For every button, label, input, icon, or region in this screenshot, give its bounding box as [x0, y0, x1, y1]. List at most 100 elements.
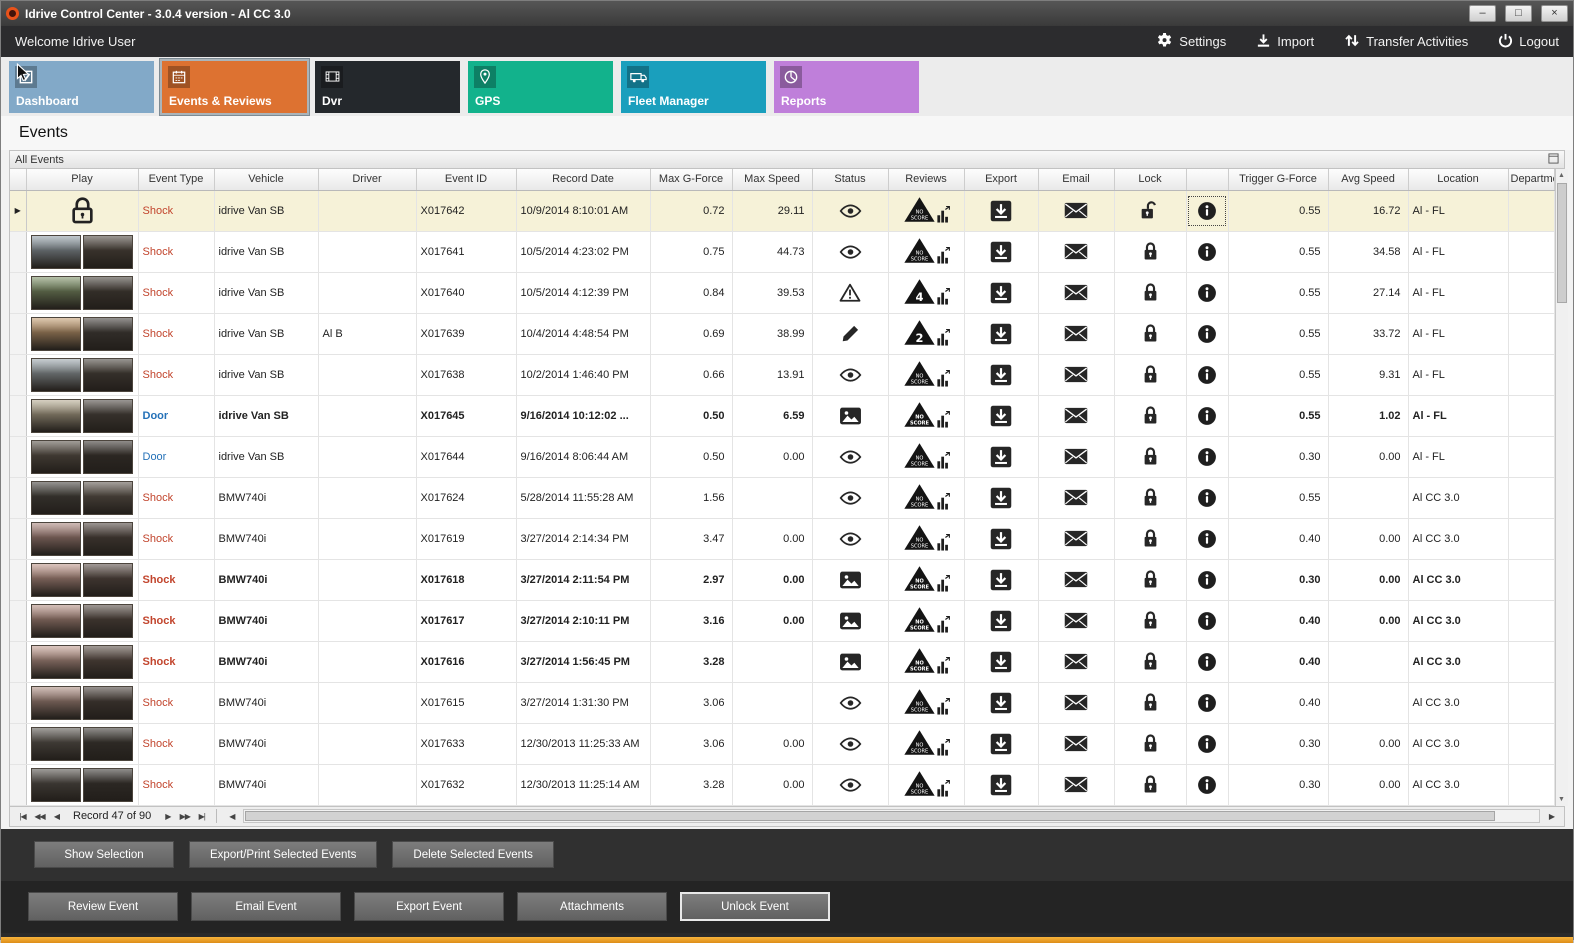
table-row[interactable]: Shock BMW740i X017617 3/27/2014 2:10:11 PM 3…: [10, 600, 1555, 642]
play-cell[interactable]: [26, 395, 139, 437]
lock-cell[interactable]: [1114, 231, 1187, 273]
event-thumbnail[interactable]: [83, 480, 133, 515]
horizontal-scroll-thumb[interactable]: [245, 811, 1495, 821]
column-header-export[interactable]: Export: [964, 169, 1039, 191]
event-thumbnail[interactable]: [83, 234, 133, 269]
info-cell[interactable]: [1186, 682, 1229, 724]
table-row[interactable]: ▶ Shock idrive Van SB X017642 10/9/2014 8:10…: [10, 190, 1555, 232]
status-cell[interactable]: [812, 190, 889, 232]
export-cell[interactable]: [964, 272, 1039, 314]
play-cell[interactable]: [26, 313, 139, 355]
event-thumbnail[interactable]: [83, 562, 133, 597]
event-thumbnail[interactable]: [83, 521, 133, 556]
column-header-vehicle[interactable]: Vehicle: [214, 169, 319, 191]
column-header-event-type[interactable]: Event Type: [138, 169, 215, 191]
export-print-selected-button[interactable]: Export/Print Selected Events: [189, 841, 378, 868]
reviews-cell[interactable]: NO SCORE: [888, 395, 965, 437]
status-cell[interactable]: [812, 395, 889, 437]
scroll-up-icon[interactable]: ▲: [1558, 169, 1565, 182]
reviews-cell[interactable]: 2: [888, 313, 965, 355]
close-button[interactable]: ×: [1541, 5, 1568, 22]
settings-button[interactable]: Settings: [1154, 32, 1226, 52]
column-header-reviews[interactable]: Reviews: [888, 169, 965, 191]
email-cell[interactable]: [1038, 600, 1115, 642]
export-cell[interactable]: [964, 600, 1039, 642]
email-cell[interactable]: [1038, 190, 1115, 232]
export-cell[interactable]: [964, 641, 1039, 683]
export-cell[interactable]: [964, 395, 1039, 437]
review-event-button[interactable]: Review Event: [28, 892, 178, 921]
column-header-driver[interactable]: Driver: [318, 169, 417, 191]
event-thumbnail[interactable]: [31, 398, 81, 433]
event-thumbnail[interactable]: [31, 439, 81, 474]
column-header-max-g-force[interactable]: Max G-Force: [650, 169, 733, 191]
table-row[interactable]: Shock BMW740i X017618 3/27/2014 2:11:54 PM 2…: [10, 559, 1555, 601]
status-cell[interactable]: [812, 477, 889, 519]
table-row[interactable]: Shock BMW740i X017616 3/27/2014 1:56:45 PM 3…: [10, 641, 1555, 683]
show-selection-button[interactable]: Show Selection: [34, 841, 174, 868]
info-cell[interactable]: [1186, 600, 1229, 642]
reviews-cell[interactable]: NO SCORE: [888, 641, 965, 683]
nav-tile-dvr[interactable]: Dvr: [315, 60, 460, 113]
event-thumbnail[interactable]: [83, 316, 133, 351]
info-cell[interactable]: [1186, 313, 1229, 355]
info-cell[interactable]: [1186, 436, 1229, 478]
info-cell[interactable]: [1186, 477, 1229, 519]
event-thumbnail[interactable]: [31, 234, 81, 269]
export-cell[interactable]: [964, 231, 1039, 273]
event-thumbnail[interactable]: [31, 316, 81, 351]
next-record-button[interactable]: ▶: [159, 812, 176, 821]
column-header-avg-speed[interactable]: Avg Speed: [1328, 169, 1409, 191]
info-cell[interactable]: [1186, 641, 1229, 683]
event-thumbnail[interactable]: [83, 603, 133, 638]
lock-cell[interactable]: [1114, 559, 1187, 601]
play-cell[interactable]: [26, 518, 139, 560]
info-cell[interactable]: [1186, 395, 1229, 437]
reviews-cell[interactable]: NO SCORE: [888, 518, 965, 560]
play-cell[interactable]: [26, 477, 139, 519]
table-row[interactable]: Shock BMW740i X017632 12/30/2013 11:25:14 A…: [10, 764, 1555, 806]
reviews-cell[interactable]: NO SCORE: [888, 600, 965, 642]
lock-cell[interactable]: [1114, 272, 1187, 314]
play-cell[interactable]: [26, 272, 139, 314]
play-cell[interactable]: [26, 436, 139, 478]
info-cell[interactable]: [1186, 272, 1229, 314]
export-cell[interactable]: [964, 190, 1039, 232]
play-cell[interactable]: [26, 682, 139, 724]
email-cell[interactable]: [1038, 682, 1115, 724]
event-thumbnail[interactable]: [83, 644, 133, 679]
email-cell[interactable]: [1038, 477, 1115, 519]
last-record-button[interactable]: ▶|: [193, 812, 210, 821]
email-cell[interactable]: [1038, 354, 1115, 396]
nav-tile-events-reviews[interactable]: Events & Reviews: [162, 60, 307, 113]
table-row[interactable]: Shock idrive Van SB X017641 10/5/2014 4:23:…: [10, 231, 1555, 273]
lock-cell[interactable]: [1114, 764, 1187, 806]
email-cell[interactable]: [1038, 641, 1115, 683]
vertical-scrollbar[interactable]: ▲ ▼: [1554, 169, 1568, 806]
reviews-cell[interactable]: NO SCORE: [888, 682, 965, 724]
play-cell[interactable]: [26, 723, 139, 765]
column-header-lock[interactable]: Lock: [1114, 169, 1187, 191]
status-cell[interactable]: [812, 436, 889, 478]
event-thumbnail[interactable]: [31, 275, 81, 310]
scroll-right-icon[interactable]: ▶: [1543, 812, 1560, 821]
lock-cell[interactable]: [1114, 518, 1187, 560]
status-cell[interactable]: [812, 272, 889, 314]
info-cell[interactable]: [1186, 354, 1229, 396]
info-cell[interactable]: [1186, 559, 1229, 601]
play-cell[interactable]: [26, 559, 139, 601]
column-header-status[interactable]: Status: [812, 169, 889, 191]
email-cell[interactable]: [1038, 723, 1115, 765]
reviews-cell[interactable]: NO SCORE: [888, 723, 965, 765]
status-cell[interactable]: [812, 641, 889, 683]
first-record-button[interactable]: |◀: [14, 812, 31, 821]
column-header-email[interactable]: Email: [1038, 169, 1115, 191]
info-cell[interactable]: [1186, 764, 1229, 806]
export-cell[interactable]: [964, 436, 1039, 478]
transfer-activities-button[interactable]: Transfer Activities: [1344, 33, 1468, 51]
event-thumbnail[interactable]: [31, 603, 81, 638]
event-thumbnail[interactable]: [31, 357, 81, 392]
event-thumbnail[interactable]: [31, 521, 81, 556]
table-row[interactable]: Shock BMW740i X017633 12/30/2013 11:25:33 A…: [10, 723, 1555, 765]
play-cell[interactable]: [26, 764, 139, 806]
